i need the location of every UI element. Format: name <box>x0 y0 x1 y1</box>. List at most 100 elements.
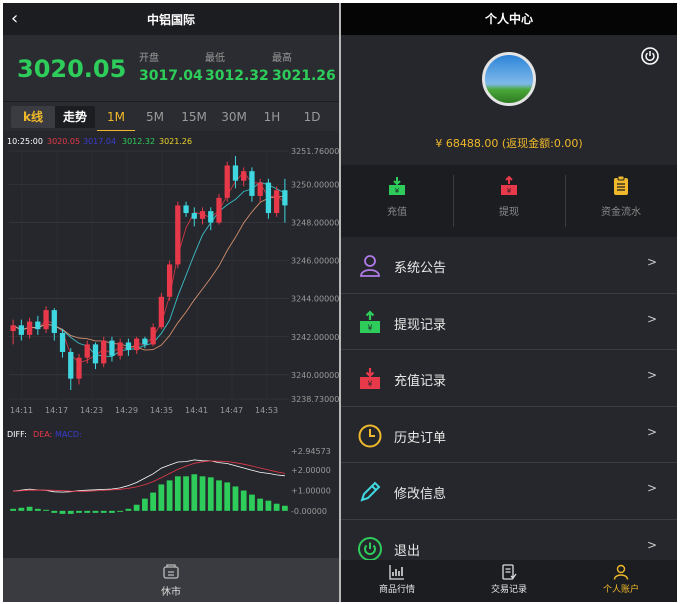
macd-bar <box>224 482 231 511</box>
chevron-right-icon: > <box>646 424 657 439</box>
macd-bar <box>232 486 239 511</box>
candle-body <box>76 357 82 379</box>
menu-item-announcement[interactable]: 系统公告 > <box>341 237 677 294</box>
macd-bar <box>26 506 33 511</box>
low-label: 最低 <box>205 53 225 64</box>
menu-item-withdraw-records[interactable]: ¥ 提现记录 > <box>341 293 677 350</box>
deposit-record-icon: ¥ <box>360 368 380 389</box>
macd-bar <box>34 508 41 511</box>
menu-item-label: 历史订单 <box>394 430 447 446</box>
y-tick-label: 3242.00000 <box>291 333 339 342</box>
kline-chart-svg: 10:25:00 3020.05 3017.04 3012.32 3021.26… <box>7 137 339 516</box>
withdraw-record-icon: ¥ <box>360 309 380 333</box>
ledger-icon <box>614 175 628 195</box>
deposit-icon: ¥ <box>389 177 405 195</box>
y-tick-label: 3250.00000 <box>291 180 339 189</box>
svg-text:¥: ¥ <box>507 187 512 195</box>
candle-body <box>142 338 148 345</box>
y-tick-label: 3244.00000 <box>291 295 339 304</box>
candle-body <box>92 344 99 364</box>
market-chart-icon <box>389 565 404 580</box>
withdraw-icon: ¥ <box>501 175 517 195</box>
macd-line <box>13 459 285 493</box>
y-tick-label: 3246.00000 <box>291 257 339 266</box>
candle-body <box>191 213 197 219</box>
tab-1m[interactable]: 1M <box>97 102 135 132</box>
edit-icon <box>360 481 381 502</box>
macd-bar <box>216 480 222 511</box>
nav-trades[interactable]: 交易记录 <box>453 564 565 595</box>
x-tick-label: 14:29 <box>115 406 138 415</box>
avatar[interactable] <box>482 52 536 106</box>
macd-bar <box>117 510 124 512</box>
candle-body <box>134 338 140 351</box>
candle-body <box>282 190 288 206</box>
withdraw-button[interactable]: ¥ 提现 <box>453 175 565 218</box>
macd-bar <box>265 500 272 511</box>
macd-bar <box>18 507 25 511</box>
menu-item-order-history[interactable]: 历史订单 > <box>341 406 677 463</box>
macd-bar <box>10 508 16 511</box>
deposit-button[interactable]: ¥ 充值 <box>341 175 453 218</box>
x-tick-label: 14:47 <box>220 406 243 415</box>
candle-body <box>84 344 90 358</box>
open-label: 开盘 <box>139 53 159 64</box>
macd-bar <box>67 510 74 514</box>
candle-body <box>175 205 181 265</box>
candle-body <box>208 211 214 223</box>
menu-item-deposit-records[interactable]: ¥ 充值记录 > <box>341 350 677 407</box>
macd-bar <box>174 476 181 511</box>
macd-bar <box>207 477 214 511</box>
low-value: 3012.32 <box>205 68 269 84</box>
high-label: 最高 <box>272 53 292 64</box>
account-balance: ¥ 68488.00 (返现金额:0.00) <box>435 137 583 150</box>
candle-body <box>125 342 132 351</box>
tab-1h[interactable]: 1H <box>257 102 287 132</box>
nav-account-label: 个人账户 <box>602 585 639 595</box>
menu-item-label: 修改信息 <box>394 487 447 502</box>
tab-30m[interactable]: 30M <box>215 102 253 132</box>
macd-tick-label: +2.94573 <box>291 447 331 456</box>
candle-body <box>51 310 57 333</box>
chart-tabs: k线 走势 1M 5M 15M 30M 1H 1D <box>3 101 339 132</box>
candle-body <box>109 340 115 356</box>
deposit-label: 充值 <box>387 207 407 218</box>
tab-trend[interactable]: 走势 <box>55 106 95 128</box>
macd-bar <box>150 492 156 511</box>
menu-item-edit-info[interactable]: 修改信息 > <box>341 463 677 520</box>
candle-body <box>257 182 263 196</box>
candle-body <box>101 340 107 364</box>
candle-body <box>166 264 173 297</box>
x-tick-label: 14:23 <box>80 406 103 415</box>
nav-account[interactable]: 个人账户 <box>565 564 677 595</box>
macd-bar <box>76 510 82 513</box>
tab-1d[interactable]: 1D <box>297 102 327 132</box>
macd-bar <box>282 505 288 511</box>
nav-market-label: 商品行情 <box>378 585 415 595</box>
y-tick-label: 3238.73000 <box>291 395 339 404</box>
candle-body <box>199 211 206 219</box>
user-icon <box>360 255 380 277</box>
x-tick-label: 14:53 <box>255 406 278 415</box>
kline-chart[interactable]: 10:25:00 3020.05 3017.04 3012.32 3021.26… <box>3 131 339 561</box>
account-icon <box>613 564 629 580</box>
tab-5m[interactable]: 5M <box>137 102 173 132</box>
macd-bar <box>100 510 107 513</box>
y-tick-label: 3251.76000 <box>291 147 339 156</box>
candle-body <box>10 325 16 332</box>
legend-value-1: 3020.05 <box>47 137 80 146</box>
account-header: 个人中心 <box>341 3 677 35</box>
candle-body <box>232 165 239 181</box>
nav-market[interactable]: 商品行情 <box>341 564 453 595</box>
legend-time: 10:25:00 <box>7 137 43 146</box>
power-icon[interactable] <box>641 47 659 65</box>
tab-kline[interactable]: k线 <box>11 106 55 128</box>
fund-actions: ¥ 充值 ¥ 提现 资金流水 <box>341 165 677 237</box>
svg-text:¥: ¥ <box>395 187 400 195</box>
account-panel: 个人中心 ¥ 68488.00 (返现金额:0.00) ¥ 充值 ¥ 提现 资金… <box>341 3 677 602</box>
profile-section: ¥ 68488.00 (返现金额:0.00) <box>341 35 677 165</box>
ledger-button[interactable]: 资金流水 <box>565 175 677 218</box>
candle-body <box>150 327 156 345</box>
candle-body <box>26 321 33 335</box>
tab-15m[interactable]: 15M <box>175 102 213 132</box>
